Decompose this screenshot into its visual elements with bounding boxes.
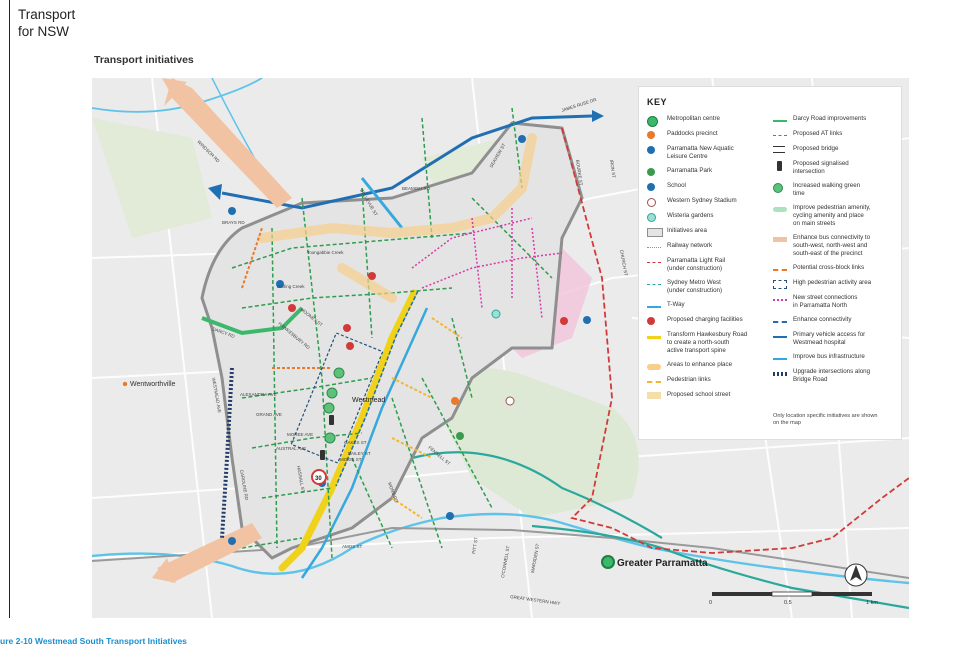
- scale-tick: 1 km: [866, 600, 878, 606]
- school-street-icon: [647, 392, 661, 399]
- place-westmead: Westmead: [352, 397, 385, 404]
- street-label: BAILEY ST: [348, 451, 371, 456]
- pedestrian-links-icon: [647, 381, 661, 383]
- street-label: MOREE AVE: [287, 432, 313, 437]
- legend-item-label: T-Way: [667, 301, 685, 308]
- enhance-place-icon: [647, 364, 661, 370]
- park-icon: [647, 168, 655, 176]
- metro-icon: [647, 284, 661, 285]
- legend-item-label: High pedestrian activity area: [793, 279, 872, 286]
- legend-item-label: Proposed bridge: [793, 145, 839, 152]
- legend-item-label: Paddocks precinct: [667, 130, 718, 137]
- at-links-icon: [773, 135, 787, 136]
- figure-caption: ure 2-10 Westmead South Transport Initia…: [0, 636, 187, 646]
- new-street-icon: [773, 299, 787, 301]
- charging-icon: [647, 317, 655, 325]
- legend-item-label: New street connections in Parramatta Nor…: [793, 294, 858, 309]
- street-label: Toongabbie Creek: [307, 250, 344, 255]
- legend-item-label: Wisteria gardens: [667, 212, 714, 219]
- legend-item-label: Improve pedestrian amenity, cycling amen…: [793, 204, 871, 227]
- legend-item-label: Primary vehicle access for Westmead hosp…: [793, 331, 866, 346]
- scale-bar: [712, 591, 872, 597]
- street-label: MOXIE ST: [340, 457, 362, 462]
- light-rail-icon: [647, 262, 661, 263]
- walking-green-icon: [773, 183, 783, 193]
- street-label: Darling Creek: [277, 284, 305, 289]
- legend-item-label: Proposed AT links: [793, 130, 843, 137]
- legend-item-label: Western Sydney Stadium: [667, 197, 737, 204]
- speed-sign-value: 30: [315, 476, 322, 482]
- initiatives-area-icon: [647, 228, 663, 237]
- legend-item-label: Proposed school street: [667, 391, 731, 398]
- gardens-icon: [647, 213, 656, 222]
- darcy-road-icon: [773, 120, 787, 122]
- metropolitan-centre-icon: [601, 555, 615, 569]
- wentworthville-dot: [122, 381, 128, 387]
- legend-item-label: Proposed charging facilities: [667, 316, 743, 323]
- legend-item-label: Enhance bus connectivity to south-west, …: [793, 234, 871, 257]
- street-label: BRAYS RD: [222, 220, 245, 225]
- signal-icon: [777, 161, 782, 171]
- legend-item-label: Increased walking green time: [793, 182, 861, 197]
- cross-block-icon: [773, 269, 787, 271]
- legend-item-label: School: [667, 182, 686, 189]
- legend-item-label: Transform Hawkesbury Road to create a no…: [667, 331, 748, 354]
- legend-item-label: Potential cross-block links: [793, 264, 865, 271]
- scale-tick: 0: [709, 600, 712, 606]
- paddocks-icon: [647, 131, 655, 139]
- paddocks-icon: [451, 397, 459, 405]
- map-legend: KEY Metropolitan centre Paddocks precinct…: [638, 86, 902, 440]
- transport-map[interactable]: WINDSOR RD JAMES RUSE DR BOURKE ST IRON …: [92, 78, 909, 618]
- street-label: BEAMISH RD: [402, 186, 431, 191]
- left-divider: [9, 0, 10, 618]
- scale-tick: 0.5: [784, 600, 792, 606]
- railway-icon: [647, 247, 661, 248]
- school-icon: [647, 183, 655, 191]
- legend-item-label: Parramatta Light Rail (under constructio…: [667, 257, 726, 272]
- bus-connectivity-icon: [773, 237, 787, 242]
- legend-title: KEY: [647, 97, 668, 107]
- legend-item-label: Railway network: [667, 242, 713, 249]
- aquatic-centre-icon: [647, 146, 655, 154]
- hawkesbury-spine-icon: [647, 336, 661, 339]
- section-title: Transport initiatives: [94, 54, 194, 66]
- legend-note: Only location specific initiatives are s…: [773, 413, 878, 426]
- vehicle-access-icon: [773, 336, 787, 338]
- legend-item-label: Upgrade intersections along Bridge Road: [793, 368, 871, 383]
- street-label: AMOS ST: [342, 544, 363, 549]
- gardens-icon: [491, 309, 501, 319]
- legend-item-label: Darcy Road improvements: [793, 115, 867, 122]
- legend-item-label: Metropolitan centre: [667, 115, 720, 122]
- park-icon: [456, 432, 464, 440]
- legend-item-label: Sydney Metro West (under construction): [667, 279, 723, 294]
- main-streets-icon: [773, 207, 787, 212]
- legend-item-label: Enhance connectivity: [793, 316, 852, 323]
- legend-item-label: Areas to enhance place: [667, 361, 733, 368]
- tfnsw-logo: Transport for NSW: [18, 7, 76, 39]
- legend-item-label: Initiatives area: [667, 227, 707, 234]
- bus-infra-icon: [773, 358, 787, 360]
- legend-item-label: Parramatta New Aquatic Leisure Centre: [667, 145, 734, 160]
- high-ped-icon: [773, 280, 787, 289]
- stadium-icon: [505, 396, 515, 406]
- place-greater-parramatta: Greater Parramatta: [617, 558, 708, 569]
- stadium-icon: [647, 198, 656, 207]
- street-label: ALEXANDRA AVE: [240, 392, 277, 397]
- street-label: OAKES ST: [344, 440, 367, 445]
- legend-item-label: Proposed signalised intersection: [793, 160, 849, 175]
- place-wentworthville: Wentworthville: [130, 381, 175, 388]
- metropolitan-centre-icon: [647, 116, 658, 127]
- bridge-icon: [773, 146, 785, 153]
- bridge-road-icon: [773, 372, 787, 376]
- street-label: GRAND AVE: [256, 412, 282, 417]
- legend-item-label: Parramatta Park: [667, 167, 713, 174]
- legend-item-label: Improve bus infrastructure: [793, 353, 865, 360]
- north-arrow-icon: [844, 563, 868, 587]
- legend-item-label: Pedestrian links: [667, 376, 711, 383]
- street-label: AUSTRAL AVE: [276, 446, 306, 451]
- tway-icon: [647, 306, 661, 308]
- enhance-connectivity-icon: [773, 321, 787, 323]
